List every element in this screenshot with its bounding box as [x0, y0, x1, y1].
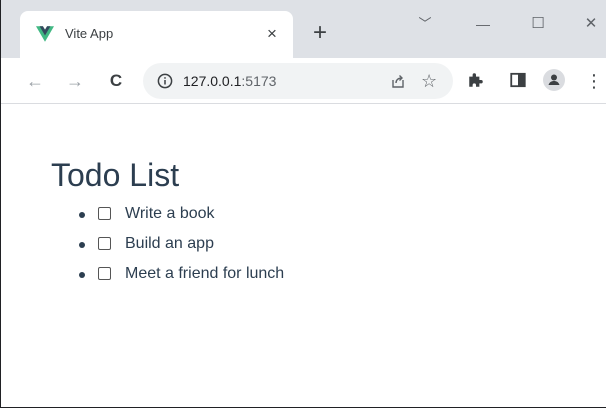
address-bar[interactable]: 127.0.0.1:5173 ☆: [143, 63, 453, 99]
browser-window: Vite App × + ﹀ — ☐ ✕ ← → C 127.0.0.1:517…: [0, 0, 606, 408]
reload-button[interactable]: C: [104, 69, 128, 93]
bullet-icon: [79, 272, 85, 278]
url-host: 127.0.0.1: [183, 73, 242, 89]
new-tab-button[interactable]: +: [308, 21, 332, 46]
profile-icon[interactable]: [543, 69, 565, 91]
browser-toolbar: ← → C 127.0.0.1:5173 ☆ ⋮: [1, 58, 606, 104]
minimize-button[interactable]: —: [471, 12, 495, 36]
maximize-button[interactable]: ☐: [526, 12, 550, 36]
share-icon[interactable]: [390, 73, 406, 89]
site-info-icon[interactable]: [157, 73, 173, 89]
side-panel-icon[interactable]: [509, 71, 527, 89]
todo-checkbox[interactable]: [98, 267, 111, 280]
menu-kebab-icon[interactable]: ⋮: [585, 69, 603, 93]
bullet-icon: [79, 212, 85, 218]
back-button[interactable]: ←: [23, 69, 47, 93]
todo-text: Write a book: [125, 205, 215, 222]
tab-title: Vite App: [65, 26, 114, 41]
todo-checkbox[interactable]: [98, 237, 111, 250]
tab-strip: Vite App × + ﹀ — ☐ ✕: [1, 0, 606, 58]
tab-search-chevron-icon[interactable]: ﹀: [413, 12, 437, 36]
close-window-button[interactable]: ✕: [579, 12, 603, 36]
page-title: Todo List: [51, 157, 180, 193]
tab-vite-app[interactable]: Vite App ×: [20, 11, 293, 58]
todo-checkbox[interactable]: [98, 207, 111, 220]
url-port: :5173: [241, 73, 277, 89]
bullet-icon: [79, 242, 85, 248]
bookmark-star-icon[interactable]: ☆: [421, 72, 437, 90]
tab-close-icon[interactable]: ×: [264, 25, 280, 42]
vue-logo-icon: [36, 26, 54, 42]
todo-text: Meet a friend for lunch: [125, 265, 285, 282]
url-text[interactable]: 127.0.0.1:5173: [183, 73, 276, 89]
todo-text: Build an app: [125, 235, 214, 252]
page-content: Todo List Write a book Build an app Meet a…: [1, 105, 606, 407]
puzzle-icon[interactable]: [467, 71, 485, 89]
forward-button[interactable]: →: [63, 69, 87, 93]
